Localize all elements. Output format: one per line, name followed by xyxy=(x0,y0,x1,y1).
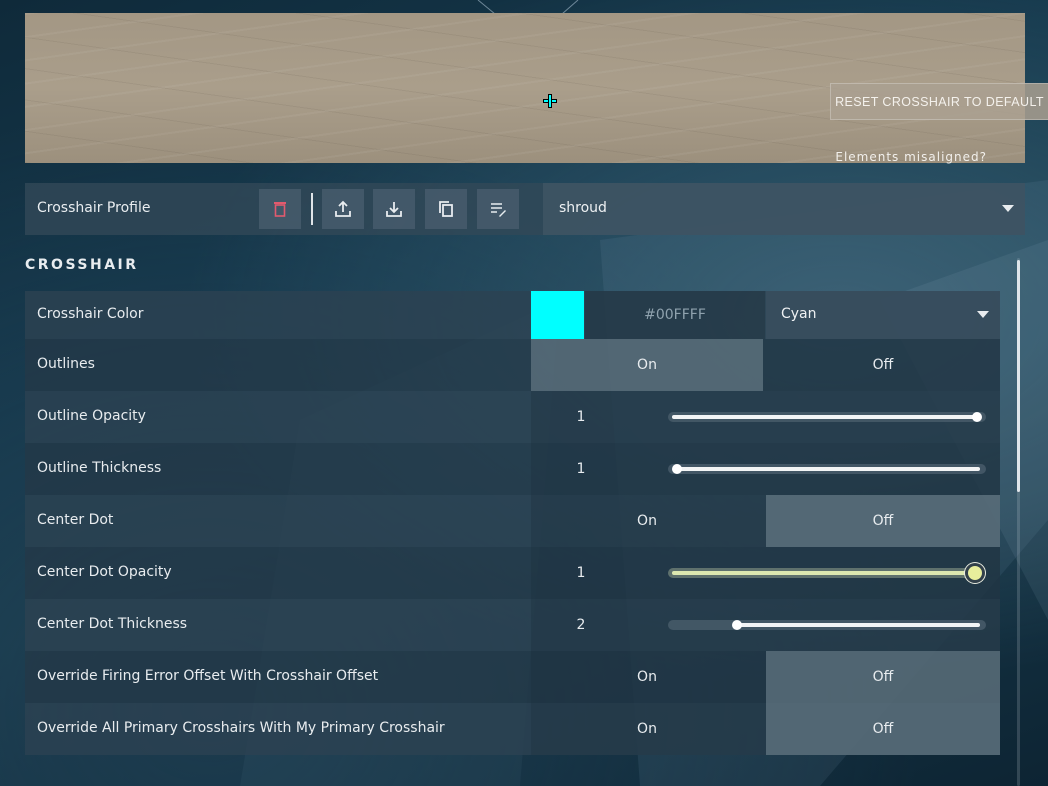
outline-thickness-value[interactable]: 1 xyxy=(531,443,631,495)
slider-handle[interactable] xyxy=(732,620,742,630)
setting-row-override-primary: Override All Primary Crosshairs With My … xyxy=(25,703,1000,755)
color-swatch[interactable] xyxy=(531,291,584,339)
chevron-down-icon xyxy=(977,311,989,318)
download-icon xyxy=(386,202,402,217)
crosshair-profile-bar: Crosshair Profile shroud xyxy=(25,183,1025,235)
chevron-down-icon xyxy=(1002,205,1014,212)
outline-opacity-slider[interactable] xyxy=(668,410,986,424)
outline-thickness-slider[interactable] xyxy=(668,462,986,476)
upload-icon xyxy=(335,200,351,217)
override-firing-off-button[interactable]: Off xyxy=(766,651,1000,703)
center-dot-opacity-slider[interactable] xyxy=(668,566,986,580)
center-dot-thickness-slider[interactable] xyxy=(668,618,986,632)
copy-profile-button[interactable] xyxy=(425,189,467,229)
override-firing-on-button[interactable]: On xyxy=(531,651,763,703)
setting-row-center-dot-opacity: Center Dot Opacity 1 xyxy=(25,547,1000,599)
center-dot-thickness-value[interactable]: 2 xyxy=(531,599,631,651)
outlines-off-button[interactable]: Off xyxy=(766,339,1000,391)
crosshair-preview-icon xyxy=(544,95,556,107)
setting-row-outlines: Outlines On Off xyxy=(25,339,1000,391)
crosshair-preview: RESET CROSSHAIR TO DEFAULT Elements misa… xyxy=(25,13,1048,164)
color-select[interactable]: Cyan xyxy=(766,291,1000,339)
delete-profile-button[interactable] xyxy=(259,189,301,229)
copy-icon xyxy=(439,201,453,217)
color-hex-input[interactable]: #00FFFF xyxy=(585,291,765,339)
outline-opacity-value[interactable]: 1 xyxy=(531,391,631,443)
setting-label: Crosshair Color xyxy=(37,306,144,322)
setting-label: Override Firing Error Offset With Crossh… xyxy=(37,668,379,684)
trash-icon xyxy=(274,202,286,217)
export-profile-button[interactable] xyxy=(322,189,364,229)
setting-row-outline-opacity: Outline Opacity 1 xyxy=(25,391,1000,443)
setting-label: Override All Primary Crosshairs With My … xyxy=(37,720,445,736)
setting-row-center-dot: Center Dot On Off xyxy=(25,495,1000,547)
section-title: CROSSHAIR xyxy=(25,257,139,273)
rename-icon xyxy=(491,203,506,217)
center-dot-opacity-value[interactable]: 1 xyxy=(531,547,631,599)
crosshair-profile-value: shroud xyxy=(559,200,607,216)
crosshair-profile-select[interactable]: shroud xyxy=(543,183,1025,235)
reset-crosshair-button[interactable]: RESET CROSSHAIR TO DEFAULT xyxy=(830,83,1048,120)
toolbar-divider xyxy=(311,193,313,225)
center-dot-on-button[interactable]: On xyxy=(531,495,763,547)
override-primary-on-button[interactable]: On xyxy=(531,703,763,755)
setting-label: Center Dot Opacity xyxy=(37,564,172,580)
setting-label: Center Dot Thickness xyxy=(37,616,188,632)
setting-row-crosshair-color: Crosshair Color #00FFFF Cyan xyxy=(25,291,1000,339)
crosshair-profile-label: Crosshair Profile xyxy=(37,200,151,216)
outlines-on-button[interactable]: On xyxy=(531,339,763,391)
override-primary-off-button[interactable]: Off xyxy=(766,703,1000,755)
setting-row-outline-thickness: Outline Thickness 1 xyxy=(25,443,1000,495)
setting-label: Outlines xyxy=(37,356,95,372)
setting-label: Outline Opacity xyxy=(37,408,146,424)
center-dot-off-button[interactable]: Off xyxy=(766,495,1000,547)
slider-handle[interactable] xyxy=(672,464,682,474)
rename-profile-button[interactable] xyxy=(477,189,519,229)
setting-label: Center Dot xyxy=(37,512,114,528)
slider-handle[interactable] xyxy=(968,566,982,580)
setting-label: Outline Thickness xyxy=(37,460,162,476)
elements-misaligned-link[interactable]: Elements misaligned? xyxy=(835,150,987,164)
color-select-value: Cyan xyxy=(781,306,817,322)
setting-row-center-dot-thickness: Center Dot Thickness 2 xyxy=(25,599,1000,651)
slider-handle[interactable] xyxy=(972,412,982,422)
import-profile-button[interactable] xyxy=(373,189,415,229)
setting-row-override-firing-error: Override Firing Error Offset With Crossh… xyxy=(25,651,1000,703)
scrollbar-thumb[interactable] xyxy=(1017,260,1020,492)
